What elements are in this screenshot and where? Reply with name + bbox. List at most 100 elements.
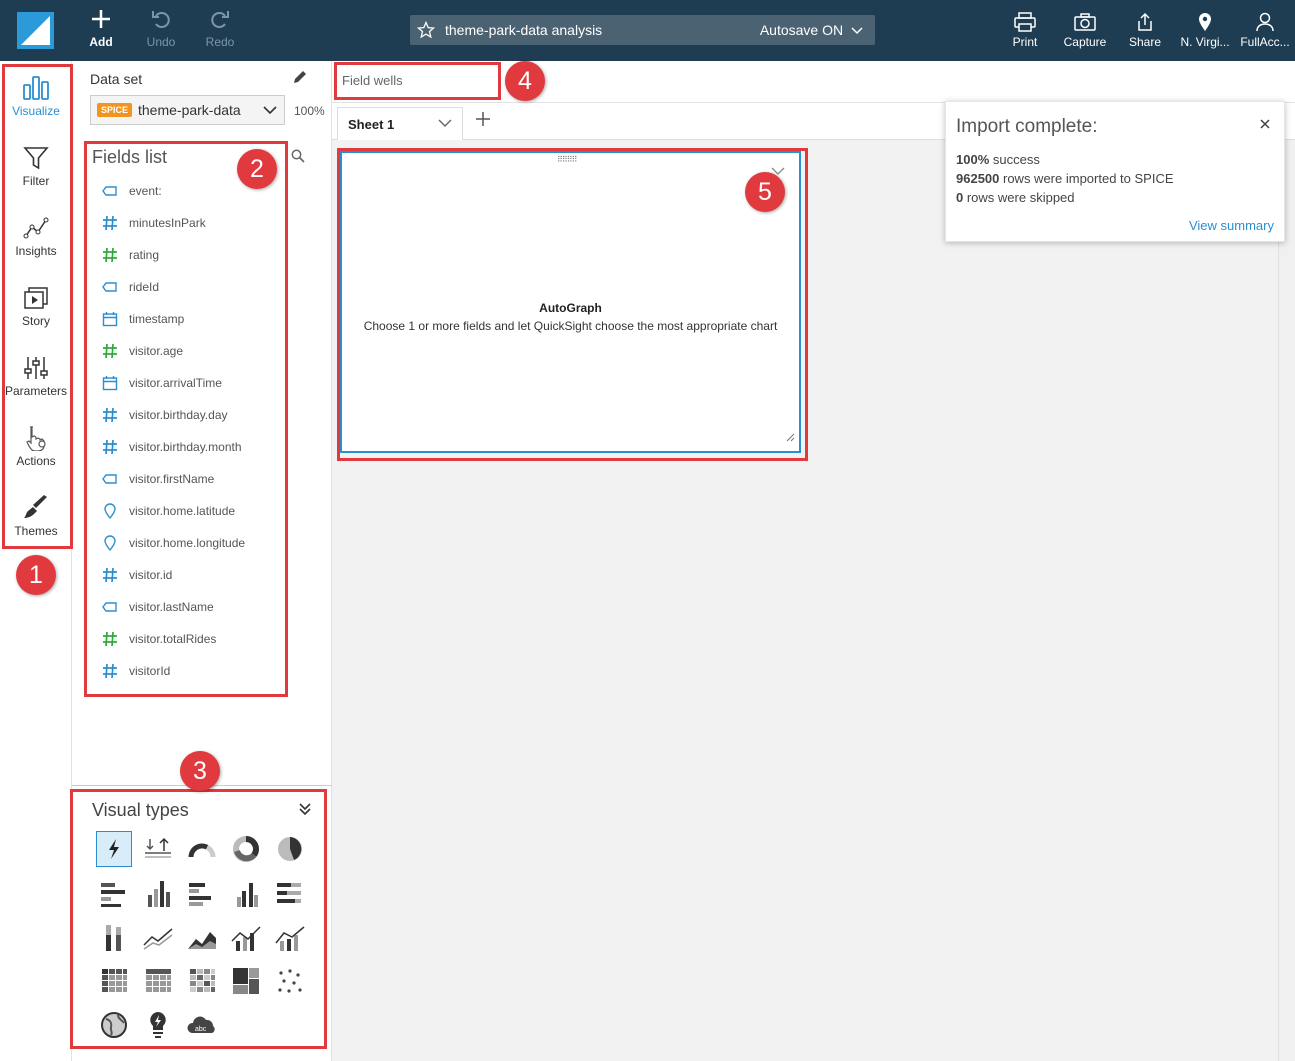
field-item[interactable]: visitor.birthday.month (102, 438, 282, 458)
heat-map-visual-icon[interactable] (184, 963, 220, 999)
account-button[interactable]: FullAcc... (1237, 12, 1293, 49)
nav-themes[interactable]: Themes (0, 495, 72, 538)
hash-icon (102, 567, 118, 583)
field-label: visitor.age (129, 344, 184, 358)
capture-button[interactable]: Capture (1057, 12, 1113, 49)
edit-dataset-button[interactable] (292, 69, 308, 90)
field-label: rating (129, 248, 160, 262)
hash-icon (102, 215, 118, 231)
canvas-scrollbar[interactable] (1278, 140, 1295, 1061)
field-label: visitor.birthday.day (129, 408, 228, 422)
kpi-visual-icon[interactable] (140, 831, 176, 867)
field-item[interactable]: visitor.home.longitude (102, 534, 282, 554)
field-item[interactable]: visitor.birthday.day (102, 406, 282, 426)
autograph-visual[interactable]: ⠿⠿⠿⠿ AutoGraph Choose 1 or more fields a… (340, 151, 801, 453)
field-label: event: (129, 184, 162, 198)
geospatial-visual-icon[interactable] (96, 1007, 132, 1043)
drag-handle[interactable]: ⠿⠿⠿⠿ (557, 155, 577, 164)
clustered-horizontal-bar-visual-icon[interactable] (184, 875, 220, 911)
stacked-vertical-bar-visual-icon[interactable] (96, 919, 132, 955)
table-visual-icon[interactable] (140, 963, 176, 999)
resize-handle[interactable] (786, 429, 795, 447)
field-item[interactable]: visitor.id (102, 566, 282, 586)
star-icon[interactable] (417, 21, 435, 39)
capture-label: Capture (1063, 35, 1107, 49)
field-item[interactable]: visitor.arrivalTime (102, 374, 282, 394)
nav-story[interactable]: Story (0, 285, 72, 328)
autograph-visual-icon[interactable] (96, 831, 132, 867)
print-label: Print (1012, 35, 1038, 49)
field-item[interactable]: minutesInPark (102, 214, 282, 234)
share-button[interactable]: Share (1117, 12, 1173, 49)
nav-parameters[interactable]: Parameters (0, 355, 72, 398)
redo-button[interactable]: Redo (195, 8, 245, 49)
tree-map-visual-icon[interactable] (228, 963, 264, 999)
area-visual-icon[interactable] (184, 919, 220, 955)
field-item[interactable]: visitor.home.latitude (102, 502, 282, 522)
spice-badge: SPICE (97, 103, 133, 117)
combo-clustered-line-visual-icon[interactable] (272, 919, 308, 955)
map-pin-icon (102, 535, 118, 552)
hash-icon (102, 343, 118, 359)
collapse-visual-types-button[interactable] (298, 802, 312, 821)
field-item[interactable]: rideId (102, 278, 282, 298)
nav-filter[interactable]: Filter (0, 145, 72, 188)
tab-sheet-1[interactable]: Sheet 1 (337, 107, 463, 141)
combo-line-bar-visual-icon[interactable] (228, 919, 264, 955)
hash-icon (102, 631, 118, 647)
pie-visual-icon[interactable] (272, 831, 308, 867)
autograph-description: Choose 1 or more fields and let QuickSig… (363, 319, 778, 333)
hash-icon (102, 247, 118, 263)
donut-visual-icon[interactable] (228, 831, 264, 867)
callout-badge-2: 2 (237, 149, 277, 189)
add-sheet-button[interactable] (475, 111, 491, 132)
field-item[interactable]: visitorId (102, 662, 282, 682)
insight-visual-icon[interactable] (140, 1007, 176, 1043)
insights-icon (23, 217, 49, 239)
vertical-bar-visual-icon[interactable] (140, 875, 176, 911)
field-item[interactable]: visitor.lastName (102, 598, 282, 618)
clustered-vertical-bar-visual-icon[interactable] (228, 875, 264, 911)
add-button[interactable]: Add (76, 8, 126, 49)
stacked-horizontal-bar-visual-icon[interactable] (272, 875, 308, 911)
field-item[interactable]: visitor.totalRides (102, 630, 282, 650)
scatter-plot-visual-icon[interactable] (272, 963, 308, 999)
field-item[interactable]: visitor.firstName (102, 470, 282, 490)
view-summary-link[interactable]: View summary (1189, 218, 1274, 233)
nav-actions[interactable]: Actions (0, 425, 72, 468)
field-item[interactable]: timestamp (102, 310, 282, 330)
paintbrush-icon (24, 495, 47, 518)
sheet-name: Sheet 1 (348, 117, 395, 132)
field-item[interactable]: visitor.age (102, 342, 282, 362)
field-wells-bar[interactable]: Field wells (332, 61, 1295, 103)
sliders-icon (24, 357, 48, 379)
fields-list-title: Fields list (92, 147, 168, 167)
pivot-table-visual-icon[interactable] (96, 963, 132, 999)
print-button[interactable]: Print (997, 12, 1053, 49)
field-item[interactable]: rating (102, 246, 282, 266)
chevron-down-icon[interactable] (438, 116, 452, 130)
dataset-select[interactable]: SPICE theme-park-data (90, 95, 285, 125)
analysis-title-bar[interactable]: theme-park-data analysis Autosave ON (410, 15, 875, 45)
visual-types-panel: Visual types abc (72, 785, 332, 1061)
dimension-tag-icon (102, 599, 118, 615)
redo-label: Redo (205, 35, 235, 49)
word-cloud-visual-icon[interactable]: abc (184, 1007, 220, 1043)
gauge-visual-icon[interactable] (184, 831, 220, 867)
nav-visualize[interactable]: Visualize (0, 75, 72, 118)
line-visual-icon[interactable] (140, 919, 176, 955)
resize-icon (786, 433, 795, 442)
horizontal-bar-visual-icon[interactable] (96, 875, 132, 911)
calendar-icon (102, 375, 118, 391)
quicksight-logo[interactable] (17, 12, 54, 49)
nav-insights[interactable]: Insights (0, 215, 72, 258)
toast-title: Import complete: (956, 116, 1098, 137)
toast-close-button[interactable] (1260, 116, 1270, 134)
user-icon (1256, 12, 1274, 32)
visual-types-title: Visual types (92, 800, 189, 820)
fields-search-button[interactable] (291, 149, 305, 168)
region-button[interactable]: N. Virgi... (1177, 12, 1233, 49)
autosave-label: Autosave ON (759, 22, 844, 38)
autosave-toggle[interactable]: Autosave ON (760, 22, 863, 38)
undo-button[interactable]: Undo (136, 8, 186, 49)
